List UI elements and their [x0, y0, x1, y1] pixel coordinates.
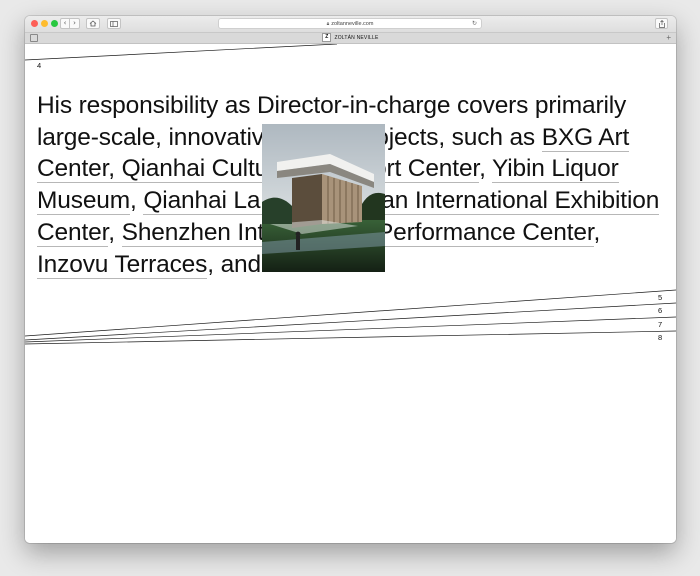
active-tab[interactable]: Z ZOLTÁN NEVILLE [25, 33, 676, 43]
home-button[interactable] [86, 18, 100, 29]
section-number-7: 7 [658, 320, 663, 329]
chevron-right-icon: › [73, 19, 76, 27]
section-number-4: 4 [37, 61, 42, 70]
share-icon [658, 19, 665, 28]
favicon-icon: Z [322, 33, 332, 43]
share-button[interactable] [655, 18, 668, 29]
paragraph-text: , [593, 218, 601, 246]
building-rendering-image [262, 124, 385, 272]
browser-window: ‹ › 🔒︎ zoltanneville.com ↻ Z ZOLTÁN NEVILL… [25, 16, 676, 543]
tab-title: ZOLTÁN NEVILLE [334, 35, 379, 41]
minimize-window-button[interactable] [41, 20, 48, 27]
zoom-window-button[interactable] [51, 20, 58, 27]
lock-icon: 🔒︎ [326, 21, 330, 27]
paragraph-text: , [479, 155, 492, 183]
reload-icon[interactable]: ↻ [472, 19, 477, 29]
sidebar-button[interactable] [107, 18, 121, 29]
divider-line-8 [25, 330, 676, 345]
sidebar-icon [110, 20, 118, 27]
url-text: zoltanneville.com [331, 21, 374, 27]
page-content: 4 5 6 7 8 His responsibility as Director… [25, 44, 676, 543]
browser-toolbar: ‹ › 🔒︎ zoltanneville.com ↻ [25, 16, 676, 33]
section-number-8: 8 [658, 333, 663, 342]
close-window-button[interactable] [31, 20, 38, 27]
divider-line-5 [25, 289, 676, 337]
forward-button[interactable]: › [70, 18, 80, 29]
plus-icon[interactable]: + [666, 33, 671, 43]
home-icon [89, 20, 97, 27]
paragraph-text: , [130, 187, 144, 215]
paragraph-text: , [108, 218, 122, 246]
divider-line-7 [25, 316, 676, 343]
divider-line-4 [25, 44, 338, 61]
back-button[interactable]: ‹ [60, 18, 70, 29]
divider-line-6 [25, 302, 676, 341]
chevron-left-icon: ‹ [63, 19, 67, 27]
section-number-6: 6 [658, 306, 663, 315]
section-number-5: 5 [658, 293, 663, 302]
project-link[interactable]: Inzovu Terraces [37, 250, 207, 279]
address-bar[interactable]: 🔒︎ zoltanneville.com ↻ [218, 18, 482, 29]
tab-bar: Z ZOLTÁN NEVILLE + [25, 33, 676, 44]
